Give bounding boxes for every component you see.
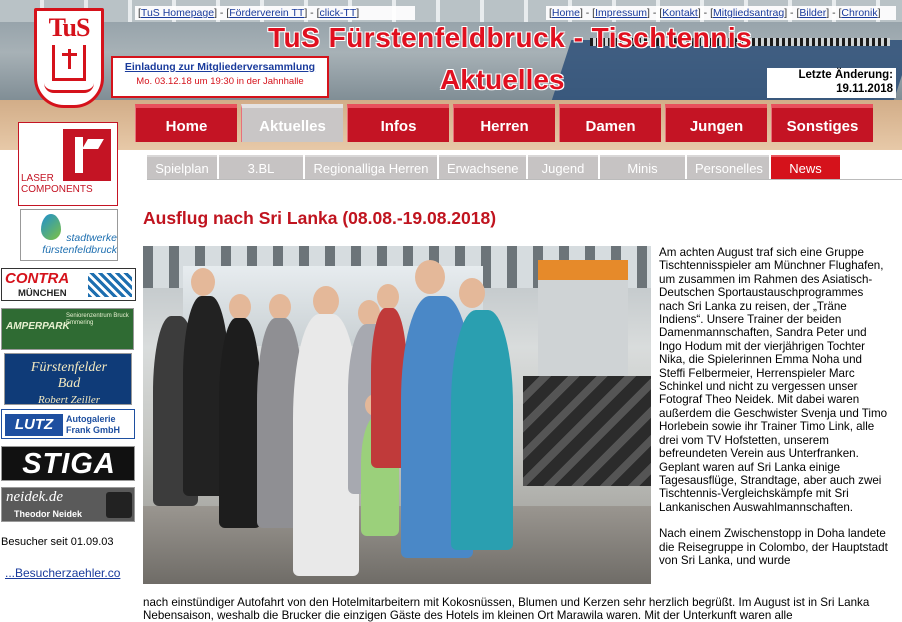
- sponsor-laser-components[interactable]: LASER COMPONENTS: [18, 122, 118, 206]
- link-chronik[interactable]: Chronik: [841, 7, 877, 19]
- sponsor-lutz-line1: Autogalerie: [66, 414, 116, 424]
- photo-head: [377, 284, 399, 310]
- photo-head: [459, 278, 485, 308]
- link-mitgliedsantrag[interactable]: Mitgliedsantrag: [713, 7, 784, 19]
- photo-seats: [523, 376, 651, 486]
- nav-jungen[interactable]: Jungen: [665, 104, 767, 142]
- link-home[interactable]: Home: [552, 7, 580, 19]
- link-foerderverein[interactable]: Förderverein TT: [229, 7, 304, 19]
- subnav-minis[interactable]: Minis: [600, 155, 685, 179]
- last-change-box: Letzte Änderung: 19.11.2018: [767, 68, 896, 98]
- sponsor-bad-line3: Robert Zeiller: [37, 394, 101, 405]
- section-title: Aktuelles: [440, 64, 565, 95]
- top-links-left: [TuS Homepage] - [Förderverein TT] - [cl…: [135, 6, 415, 20]
- photo-head: [269, 294, 291, 320]
- subnav-personelles[interactable]: Personelles: [687, 155, 769, 179]
- nav-aktuelles[interactable]: Aktuelles: [241, 104, 343, 142]
- sponsor-stiga[interactable]: STIGA: [1, 446, 135, 481]
- article-title: Ausflug nach Sri Lanka (08.08.-19.08.201…: [143, 208, 497, 228]
- camera-icon: [106, 492, 132, 518]
- sponsor-lutz[interactable]: LUTZ Autogalerie Frank GmbH: [1, 409, 135, 439]
- sponsor-amperpark[interactable]: AMPERPARK Seniorenzentrum Bruck Emmering: [1, 308, 134, 350]
- sponsor-stadtwerke-label: stadtwerke fürstenfeldbruck: [42, 232, 117, 256]
- bridge-icon: [44, 83, 94, 93]
- photo-head: [229, 294, 251, 320]
- sponsor-contra[interactable]: CONTRA MÜNCHEN: [1, 268, 136, 301]
- sponsor-lutz-label: LUTZ: [5, 414, 63, 436]
- visitor-label: Besucher seit 01.09.03: [1, 536, 114, 548]
- sponsor-neidek-name: Theodor Neidek: [14, 509, 83, 519]
- sponsor-bad-label: Fürstenfelder Bad Robert Zeiller: [5, 360, 131, 405]
- invitation-title[interactable]: Einladung zur Mitgliederversammlung: [113, 61, 327, 73]
- link-bilder[interactable]: Bilder: [799, 7, 826, 19]
- sponsor-lutz-text: Autogalerie Frank GmbH: [66, 414, 120, 436]
- photo-person: [219, 318, 261, 528]
- invitation-details: Mo. 03.12.18 um 19:30 in der Jahnhalle: [136, 76, 304, 87]
- last-change-label: Letzte Änderung:: [798, 69, 893, 81]
- sponsor-amperpark-label: AMPERPARK: [6, 321, 70, 332]
- sponsor-lutz-line2: Frank GmbH: [66, 425, 121, 435]
- nav-sonstiges[interactable]: Sonstiges: [771, 104, 873, 142]
- visitor-counter-link[interactable]: ...Besucherzaehler.co: [5, 566, 120, 580]
- page: TuS [TuS Homepage] - [Förderverein TT] -…: [0, 0, 902, 622]
- sponsor-stadtwerke[interactable]: stadtwerke fürstenfeldbruck: [20, 209, 118, 261]
- sponsor-neidek-label: neidek.de: [6, 489, 64, 505]
- last-change-date: 19.11.2018: [836, 83, 893, 95]
- photo-head: [415, 260, 445, 294]
- subnav-erwachsene[interactable]: Erwachsene: [439, 155, 526, 179]
- club-logo[interactable]: TuS: [34, 8, 104, 108]
- subnav-news[interactable]: News: [771, 155, 840, 179]
- logo-text: TuS: [48, 13, 91, 42]
- article-text: Am achten August traf sich eine Gruppe T…: [659, 246, 891, 580]
- nav-herren[interactable]: Herren: [453, 104, 555, 142]
- photo-head: [313, 286, 339, 316]
- invitation-box[interactable]: Einladung zur Mitgliederversammlung Mo. …: [111, 56, 329, 98]
- link-click-tt[interactable]: click-TT: [320, 7, 357, 19]
- subnav-spielplan[interactable]: Spielplan: [147, 155, 217, 179]
- article-paragraph-2a: Nach einem Zwischenstopp in Doha landete…: [659, 527, 888, 567]
- nav-infos[interactable]: Infos: [347, 104, 449, 142]
- group-photo[interactable]: [143, 246, 651, 584]
- article-paragraph-1: Am achten August traf sich eine Gruppe T…: [659, 246, 888, 514]
- link-kontakt[interactable]: Kontakt: [662, 7, 698, 19]
- tower-icon: [52, 45, 86, 81]
- sponsor-laser-label: LASER COMPONENTS: [21, 173, 93, 195]
- subnav-jugend[interactable]: Jugend: [528, 155, 598, 179]
- sponsor-contra-city: MÜNCHEN: [18, 288, 67, 299]
- subnav-3bl-damen[interactable]: 3.BL Damen: [219, 155, 303, 200]
- photo-person: [451, 310, 513, 550]
- nav-home[interactable]: Home: [135, 104, 237, 142]
- subnav-divider: [147, 179, 902, 180]
- link-tus-homepage[interactable]: TuS Homepage: [141, 7, 214, 19]
- sponsor-stiga-label: STIGA: [22, 448, 116, 480]
- sponsor-fuerstenfelder-bad[interactable]: Fürstenfelder Bad Robert Zeiller: [4, 353, 132, 405]
- subnav-regionalliga-herren[interactable]: Regionalliga Herren: [305, 155, 437, 179]
- article-paragraph-2b: nach einstündiger Autofahrt von den Hote…: [143, 596, 870, 622]
- sponsor-neidek[interactable]: neidek.de Theodor Neidek: [1, 487, 135, 522]
- sponsor-bad-line1: Fürstenfelder: [30, 360, 108, 375]
- main-nav: Home Aktuelles Infos Herren Damen Jungen…: [135, 104, 873, 142]
- sub-nav: Spielplan 3.BL Damen Regionalliga Herren…: [147, 155, 840, 200]
- site-title: TuS Fürstenfeldbruck - Tischtennis: [268, 22, 753, 53]
- nav-damen[interactable]: Damen: [559, 104, 661, 142]
- sponsor-contra-label: CONTRA: [5, 270, 70, 287]
- link-impressum[interactable]: Impressum: [595, 7, 647, 19]
- top-links-right: [Home] - [Impressum] - [Kontakt] - [Mitg…: [546, 6, 896, 20]
- photo-head: [191, 268, 215, 296]
- sponsor-bad-line2: Bad: [57, 376, 81, 391]
- sponsor-amperpark-text: Seniorenzentrum Bruck Emmering: [66, 313, 129, 326]
- contra-racket-icon: [88, 273, 132, 297]
